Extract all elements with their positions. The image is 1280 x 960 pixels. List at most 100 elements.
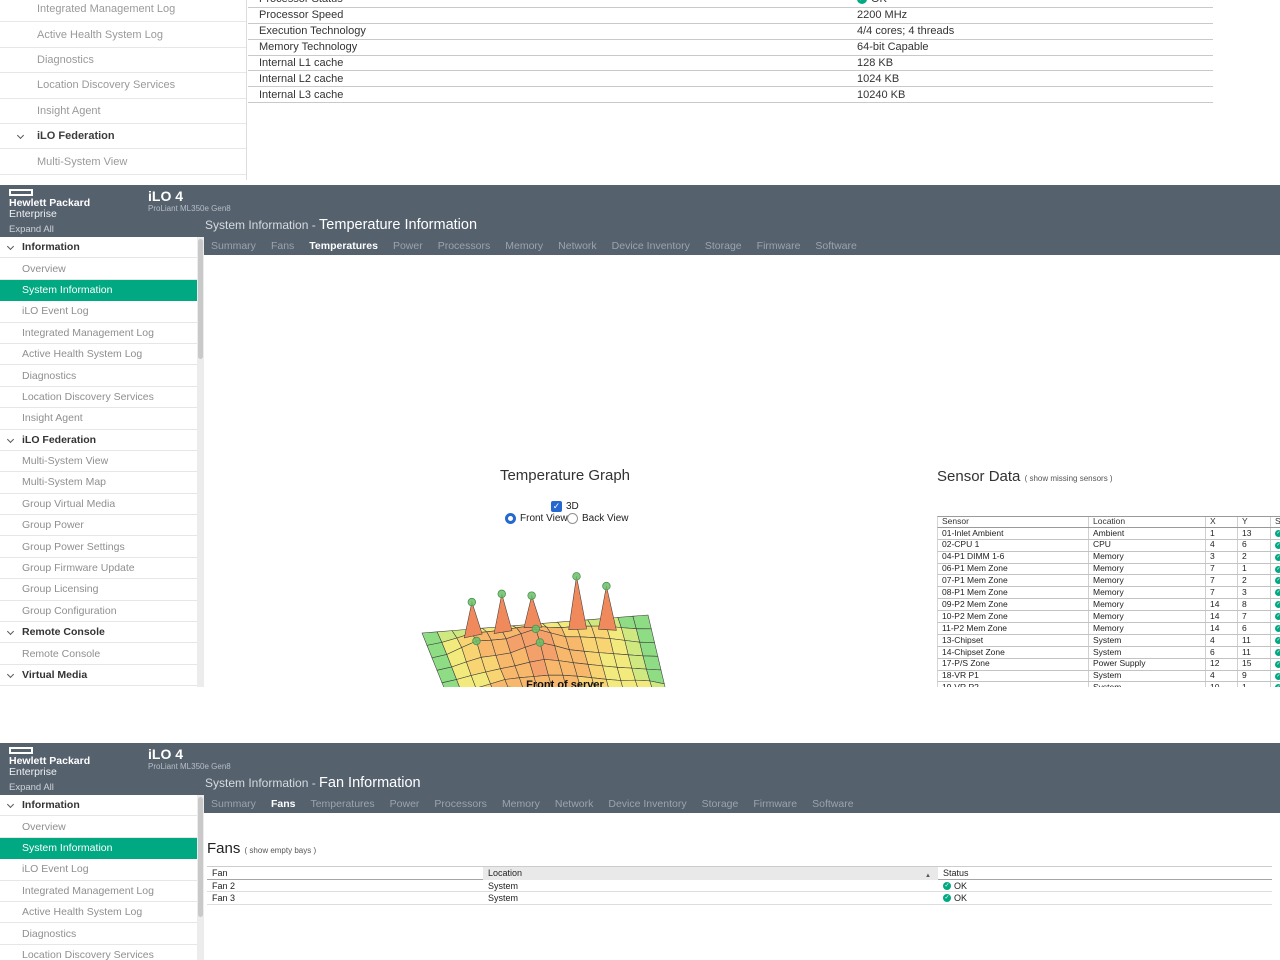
sidebar-item[interactable]: System Information — [0, 838, 197, 859]
sidebar-item[interactable]: Group Power — [0, 515, 197, 536]
sidebar-item[interactable]: System Information — [0, 280, 197, 301]
sidebar-item[interactable]: Remote Console — [0, 622, 197, 643]
show-missing-sensors-link[interactable]: ( show missing sensors ) — [1025, 474, 1113, 483]
sidebar-item[interactable]: Remote Console — [0, 643, 197, 664]
tab[interactable]: Memory — [502, 798, 540, 810]
tab[interactable]: Power — [390, 798, 420, 810]
tab[interactable]: Fans — [271, 798, 296, 810]
sidebar-item[interactable]: Insight Agent — [0, 99, 246, 124]
sidebar-item[interactable]: Virtual Media — [0, 665, 197, 686]
sidebar-item[interactable]: Group Licensing — [0, 579, 197, 600]
header-bar: Hewlett Packard Enterprise iLO 4 ProLian… — [0, 185, 1280, 237]
sidebar-item[interactable]: Diagnostics — [0, 365, 197, 386]
sidebar-item[interactable]: Information — [0, 237, 197, 258]
sensor-name: 10-P2 Mem Zone — [938, 611, 1089, 622]
sensor-status: ✓OK — [1271, 647, 1280, 658]
show-empty-bays-link[interactable]: ( show empty bays ) — [245, 846, 317, 855]
sidebar-item[interactable]: Insight Agent — [0, 408, 197, 429]
tab[interactable]: Memory — [505, 240, 543, 252]
sidebar-item[interactable]: Location Discovery Services — [0, 945, 197, 960]
sidebar-item[interactable]: Active Health System Log — [0, 902, 197, 923]
tab[interactable]: Network — [558, 240, 597, 252]
sidebar-item[interactable]: Location Discovery Services — [0, 387, 197, 408]
sidebar-item[interactable]: Diagnostics — [0, 923, 197, 944]
col-location[interactable]: Location — [1089, 517, 1206, 527]
sidebar-item[interactable]: iLO Federation — [0, 124, 246, 149]
sensor-x: 7 — [1206, 587, 1238, 598]
sidebar-item[interactable]: Multi-System Map — [0, 472, 197, 493]
sort-ascending-icon: ▲ — [925, 870, 931, 883]
tab[interactable]: Firmware — [757, 240, 801, 252]
sidebar-item[interactable]: Location Discovery Services — [0, 73, 246, 98]
sidebar-item[interactable]: Multi-System View — [0, 451, 197, 472]
sidebar-item[interactable]: Overview — [0, 258, 197, 279]
tab[interactable]: Temperatures — [309, 240, 378, 252]
tab[interactable]: Temperatures — [310, 798, 374, 810]
tab[interactable]: Summary — [211, 798, 256, 810]
front-view-radio[interactable] — [505, 513, 516, 524]
sidebar-item[interactable]: Group Firmware Update — [0, 558, 197, 579]
row-value: ✓ 64-bit Capable — [857, 41, 929, 53]
sidebar-item-label: Group Power Settings — [22, 541, 125, 553]
sidebar-item[interactable]: Integrated Management Log — [0, 0, 246, 22]
tab[interactable]: Summary — [211, 240, 256, 252]
tab[interactable]: Device Inventory — [608, 798, 686, 810]
sidebar-item[interactable]: Diagnostics — [0, 48, 246, 73]
tab[interactable]: Power — [393, 240, 423, 252]
tab[interactable]: Network — [555, 798, 594, 810]
sensor-y: 11 — [1238, 635, 1271, 646]
sidebar-item[interactable]: iLO Event Log — [0, 859, 197, 880]
tab[interactable]: Software — [815, 240, 856, 252]
sensor-status: ✓OK — [1271, 635, 1280, 646]
tab[interactable]: Storage — [705, 240, 742, 252]
col-fan[interactable]: Fan — [207, 867, 483, 880]
sensor-name: 11-P2 Mem Zone — [938, 623, 1089, 634]
row-label: Memory Technology — [259, 41, 357, 53]
col-x[interactable]: X — [1206, 517, 1238, 527]
sidebar-item[interactable]: iLO Federation — [0, 430, 197, 451]
sidebar-scrollbar[interactable] — [197, 237, 204, 687]
tab[interactable]: Firmware — [753, 798, 797, 810]
sensor-x: 7 — [1206, 575, 1238, 586]
tab[interactable]: Processors — [434, 798, 487, 810]
sidebar-item[interactable]: Group Power Settings — [0, 536, 197, 557]
sidebar-item[interactable]: Group Configuration — [0, 601, 197, 622]
sidebar: Information Overview System Information … — [0, 237, 197, 686]
col-status[interactable]: Status — [1271, 517, 1280, 527]
tab[interactable]: Fans — [271, 240, 294, 252]
sidebar-scrollbar[interactable] — [197, 795, 204, 960]
col-y[interactable]: Y — [1238, 517, 1271, 527]
sensor-y: 7 — [1238, 611, 1271, 622]
3d-checkbox[interactable]: ✓ — [551, 501, 562, 512]
expand-all-link[interactable]: Expand All — [9, 224, 54, 235]
sidebar-item[interactable]: Integrated Management Log — [0, 323, 197, 344]
scrollbar-thumb[interactable] — [198, 239, 203, 359]
tab[interactable]: Software — [812, 798, 853, 810]
status-ok-icon: ✓ — [1275, 530, 1280, 537]
expand-all-link[interactable]: Expand All — [9, 782, 54, 793]
back-view-radio[interactable] — [567, 513, 578, 524]
sidebar-item[interactable]: iLO Event Log — [0, 301, 197, 322]
tab[interactable]: Storage — [702, 798, 739, 810]
table-row: Internal L1 cache ✓ 128 KB — [248, 56, 1213, 72]
fan-table-body: Fan 2 System ✓OK Fan 3 System ✓OK — [207, 880, 1272, 905]
sidebar-item[interactable]: Information — [0, 795, 197, 816]
row-label: Processor Speed — [259, 9, 343, 21]
col-sensor[interactable]: Sensor — [938, 517, 1089, 527]
sidebar-item[interactable]: Multi-System View — [0, 149, 246, 174]
tab-strip: Summary Fans Temperatures Power Processo… — [203, 237, 1280, 255]
status-ok-icon: ✓ — [1275, 637, 1280, 644]
tab[interactable]: Processors — [438, 240, 491, 252]
col-status[interactable]: Status — [938, 867, 1272, 880]
tab[interactable]: Device Inventory — [612, 240, 690, 252]
sidebar-item[interactable]: Integrated Management Log — [0, 881, 197, 902]
row-value: ✓ 4/4 cores; 4 threads — [857, 25, 954, 37]
sidebar-item[interactable]: Overview — [0, 816, 197, 837]
sidebar-item[interactable]: Active Health System Log — [0, 22, 246, 47]
sidebar-item[interactable]: Group Virtual Media — [0, 494, 197, 515]
col-location[interactable]: Location▲ — [483, 867, 938, 880]
sensor-status: ✓OK — [1271, 611, 1280, 622]
sidebar-item[interactable]: Active Health System Log — [0, 344, 197, 365]
scrollbar-thumb[interactable] — [198, 797, 203, 917]
temperature-3d-surface-chart[interactable] — [415, 540, 715, 687]
